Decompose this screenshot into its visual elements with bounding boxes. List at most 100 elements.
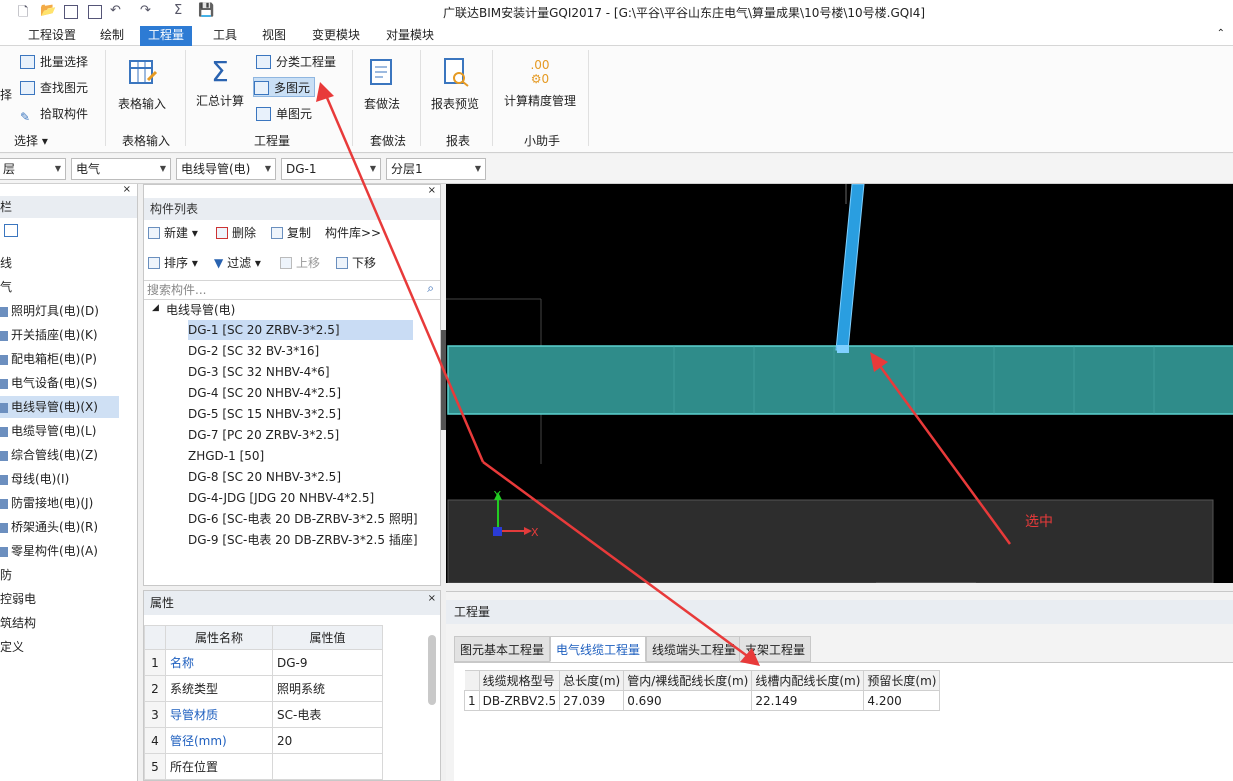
- pick-component-button[interactable]: ✎ 拾取构件: [20, 104, 88, 124]
- component-item[interactable]: DG-4 [SC 20 NHBV-4*2.5]: [188, 383, 341, 403]
- component-item[interactable]: DG-9 [SC-电表 20 DB-ZRBV-3*2.5 插座]: [188, 530, 418, 550]
- discipline-dropdown[interactable]: 电气 ▼: [71, 158, 171, 180]
- nav-edit-icon[interactable]: [4, 224, 18, 237]
- sort-button[interactable]: 排序 ▾: [148, 252, 198, 274]
- nav-item[interactable]: 防雷接地(电)(J): [0, 492, 93, 514]
- delete-component-button[interactable]: 删除: [216, 222, 256, 244]
- tab-cable-end-quantity[interactable]: 线缆端头工程量: [646, 636, 743, 662]
- column-header[interactable]: 线槽内配线长度(m): [751, 670, 865, 691]
- category-qty-button[interactable]: 分类工程量: [256, 52, 336, 72]
- nav-item[interactable]: 防: [0, 564, 12, 586]
- export-icon[interactable]: [64, 5, 78, 19]
- menu-change-module[interactable]: 变更模块: [304, 26, 368, 46]
- nav-item[interactable]: 电线导管(电)(X): [0, 396, 119, 418]
- bim-icon[interactable]: [88, 5, 102, 19]
- component-item[interactable]: DG-4-JDG [JDG 20 NHBV-4*2.5]: [188, 488, 374, 508]
- column-header[interactable]: 线缆规格型号: [478, 670, 561, 691]
- component-dropdown[interactable]: DG-1 ▼: [281, 158, 381, 180]
- nav-item[interactable]: 母线(电)(I): [0, 468, 69, 490]
- component-item[interactable]: DG-2 [SC 32 BV-3*16]: [188, 341, 319, 361]
- menu-tools[interactable]: 工具: [205, 26, 245, 46]
- nav-item[interactable]: 电缆导管(电)(L): [0, 420, 96, 442]
- close-icon[interactable]: ×: [123, 184, 131, 195]
- nav-item[interactable]: 照明灯具(电)(D): [0, 300, 99, 322]
- select-group-label[interactable]: 选择 ▾: [14, 132, 48, 149]
- nav-item[interactable]: 配电箱柜(电)(P): [0, 348, 97, 370]
- drawing-canvas[interactable]: Y X: [446, 184, 1233, 583]
- nav-item[interactable]: 桥架通头(电)(R): [0, 516, 98, 538]
- multi-element-button[interactable]: 多图元: [253, 77, 316, 97]
- search-icon[interactable]: ⌕: [427, 281, 434, 296]
- precision-manage-button[interactable]: .00 ⚙0 计算精度管理: [504, 56, 576, 109]
- layer-dropdown[interactable]: 分层1 ▼: [386, 158, 486, 180]
- nav-item[interactable]: 开关插座(电)(K): [0, 324, 98, 346]
- nav-item[interactable]: 线: [0, 252, 12, 274]
- nav-item[interactable]: 电气设备(电)(S): [0, 372, 97, 394]
- nav-item[interactable]: 筑结构: [0, 612, 36, 634]
- component-item[interactable]: DG-7 [PC 20 ZRBV-3*2.5]: [188, 425, 339, 445]
- new-file-icon[interactable]: 🗋: [18, 3, 28, 25]
- save-icon[interactable]: 💾: [198, 3, 214, 18]
- ribbon-collapse-icon[interactable]: ⌃: [1217, 28, 1225, 39]
- splitter-handle[interactable]: [441, 330, 446, 430]
- single-element-button[interactable]: 单图元: [256, 104, 312, 124]
- sum-icon[interactable]: Σ: [174, 3, 182, 18]
- scrollbar[interactable]: [428, 635, 436, 705]
- tab-bracket-quantity[interactable]: 支架工程量: [739, 636, 812, 662]
- selected-joint[interactable]: [837, 345, 849, 353]
- property-value[interactable]: DG-9: [272, 649, 383, 676]
- redo-icon[interactable]: ↷: [140, 3, 151, 18]
- table-row[interactable]: 1 DB-ZRBV2.5 27.039 0.690 22.149 4.200: [464, 690, 941, 711]
- close-icon[interactable]: ×: [428, 593, 436, 604]
- component-item[interactable]: DG-3 [SC 32 NHBV-4*6]: [188, 362, 330, 382]
- batch-select-button[interactable]: 批量选择: [20, 52, 88, 72]
- close-icon[interactable]: ×: [428, 185, 436, 196]
- tree-root[interactable]: 电线导管(电): [166, 300, 235, 320]
- component-item[interactable]: DG-8 [SC 20 NHBV-3*2.5]: [188, 467, 341, 487]
- component-library-button[interactable]: 构件库>>: [325, 222, 381, 244]
- component-search-input[interactable]: 搜索构件...: [144, 280, 440, 300]
- floor-slab[interactable]: [447, 499, 1214, 583]
- column-header[interactable]: 管内/裸线配线长度(m): [623, 670, 753, 691]
- nav-item[interactable]: 综合管线(电)(Z): [0, 444, 98, 466]
- component-item[interactable]: DG-5 [SC 15 NHBV-3*2.5]: [188, 404, 341, 424]
- nav-item[interactable]: 控弱电: [0, 588, 36, 610]
- floor-dropdown[interactable]: 层 ▼: [0, 158, 66, 180]
- menu-quantity[interactable]: 工程量: [140, 26, 193, 46]
- copy-component-button[interactable]: 复制: [271, 222, 311, 244]
- component-type-dropdown[interactable]: 电线导管(电) ▼: [176, 158, 276, 180]
- open-folder-icon[interactable]: 📂: [40, 3, 56, 18]
- new-component-button[interactable]: 新建 ▾: [148, 222, 198, 244]
- property-value[interactable]: [272, 753, 383, 780]
- component-item[interactable]: DG-6 [SC-电表 20 DB-ZRBV-3*2.5 照明]: [188, 509, 418, 529]
- property-value[interactable]: SC-电表: [272, 701, 383, 728]
- column-header[interactable]: 预留长度(m): [863, 670, 941, 691]
- select-cut-label[interactable]: 择: [0, 86, 12, 103]
- property-row[interactable]: 1 名称 DG-9: [144, 649, 383, 676]
- component-item[interactable]: DG-1 [SC 20 ZRBV-3*2.5]: [188, 320, 413, 340]
- property-row[interactable]: 2 系统类型 照明系统: [144, 675, 383, 702]
- find-element-button[interactable]: 查找图元: [20, 78, 88, 98]
- property-row[interactable]: 4 管径(mm) 20: [144, 727, 383, 754]
- move-up-button[interactable]: 上移: [280, 252, 320, 274]
- summary-calc-button[interactable]: Σ 汇总计算: [196, 56, 244, 109]
- filter-button[interactable]: ▼ 过滤 ▾: [214, 252, 261, 274]
- nav-item[interactable]: 定义: [0, 636, 24, 658]
- table-input-button[interactable]: 表格输入: [118, 56, 166, 112]
- cable-tray[interactable]: [447, 345, 1233, 415]
- nav-item[interactable]: 零星构件(电)(A): [0, 540, 98, 562]
- undo-icon[interactable]: ↶: [110, 3, 121, 18]
- property-row[interactable]: 3 导管材质 SC-电表: [144, 701, 383, 728]
- tab-basic-quantity[interactable]: 图元基本工程量: [454, 636, 551, 662]
- property-value[interactable]: 20: [272, 727, 383, 754]
- menu-project-settings[interactable]: 工程设置: [20, 26, 84, 46]
- menu-reconcile-module[interactable]: 对量模块: [378, 26, 442, 46]
- tab-cable-quantity[interactable]: 电气线缆工程量: [550, 636, 647, 662]
- nav-item[interactable]: 气: [0, 276, 12, 298]
- component-item[interactable]: ZHGD-1 [50]: [188, 446, 264, 466]
- report-preview-button[interactable]: 报表预览: [431, 56, 479, 112]
- property-value[interactable]: 照明系统: [272, 675, 383, 702]
- menu-view[interactable]: 视图: [254, 26, 294, 46]
- property-row[interactable]: 5 所在位置: [144, 753, 383, 780]
- move-down-button[interactable]: 下移: [336, 252, 376, 274]
